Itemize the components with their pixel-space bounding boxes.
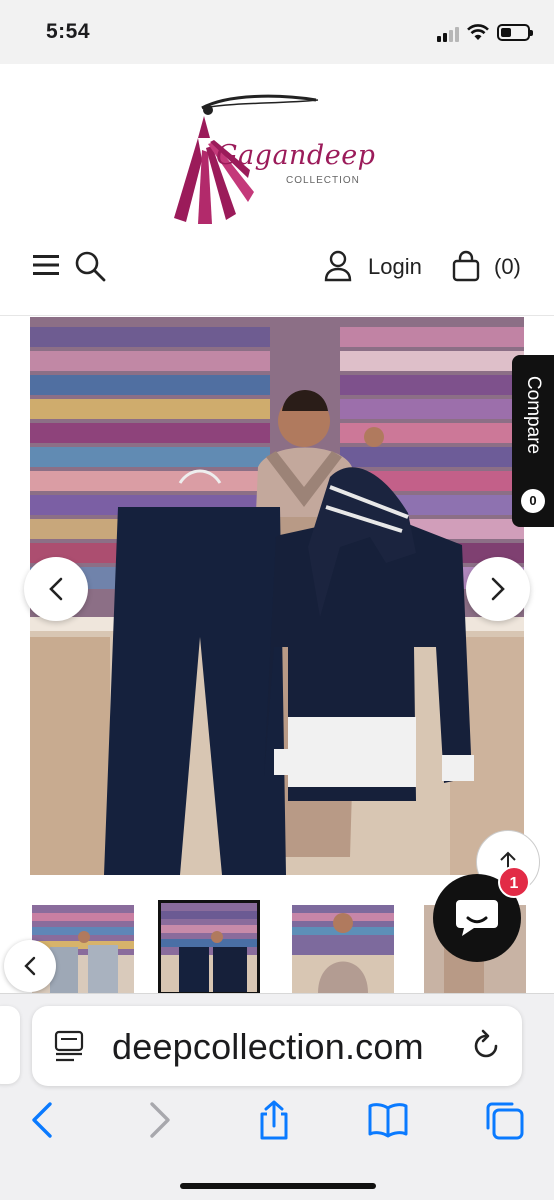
thumbnail-3[interactable] — [292, 905, 394, 993]
user-icon[interactable] — [324, 250, 352, 282]
url-text: deepcollection.com — [112, 1026, 424, 1067]
thumbnail-2-image — [161, 903, 257, 992]
cellular-signal-icon — [437, 26, 463, 42]
compare-count: 0 — [521, 489, 545, 513]
chat-unread-badge: 1 — [498, 866, 530, 898]
menu-icon[interactable] — [33, 254, 59, 276]
share-icon[interactable] — [254, 1100, 294, 1140]
brand-subtitle: COLLECTION — [286, 175, 360, 186]
address-bar[interactable]: deepcollection.com — [32, 1006, 522, 1086]
compare-tab[interactable]: Compare 0 — [512, 355, 554, 527]
forward-icon[interactable] — [140, 1100, 180, 1140]
thumbnail-3-image — [292, 905, 394, 993]
status-bar: 5:54 — [0, 0, 554, 64]
compare-label: Compare — [523, 375, 544, 455]
bookmarks-icon[interactable] — [368, 1100, 408, 1140]
brand-logo[interactable]: Gagandeep COLLECTION — [168, 90, 398, 230]
product-photo — [30, 317, 524, 875]
chevron-right-icon — [491, 577, 505, 601]
tabs-icon[interactable] — [484, 1100, 524, 1140]
brand-name: Gagandeep — [216, 140, 376, 171]
chat-bubble-icon — [456, 900, 498, 936]
thumbnail-2[interactable] — [158, 900, 260, 995]
search-icon[interactable] — [74, 250, 106, 282]
previous-tab-preview[interactable] — [0, 1006, 20, 1084]
wifi-icon — [467, 24, 489, 40]
product-image[interactable] — [30, 317, 524, 875]
browser-chrome: deepcollection.com — [0, 993, 554, 1200]
chevron-left-icon — [24, 956, 36, 976]
back-icon[interactable] — [22, 1100, 62, 1140]
reload-icon[interactable] — [470, 1028, 502, 1062]
shopping-bag-icon[interactable] — [452, 250, 480, 282]
battery-icon — [497, 24, 533, 41]
image-next-button[interactable] — [466, 557, 530, 621]
image-prev-button[interactable] — [24, 557, 88, 621]
home-indicator — [180, 1183, 376, 1189]
page-menu-icon[interactable] — [54, 1030, 84, 1062]
site-header: Gagandeep COLLECTION Login (0) — [0, 64, 554, 316]
compare-label-wrap: Compare — [512, 355, 554, 475]
thumbnail-prev-button[interactable] — [4, 940, 56, 992]
login-link[interactable]: Login — [368, 254, 422, 280]
chevron-left-icon — [49, 577, 63, 601]
status-time: 5:54 — [46, 20, 91, 43]
cart-count[interactable]: (0) — [494, 254, 521, 280]
